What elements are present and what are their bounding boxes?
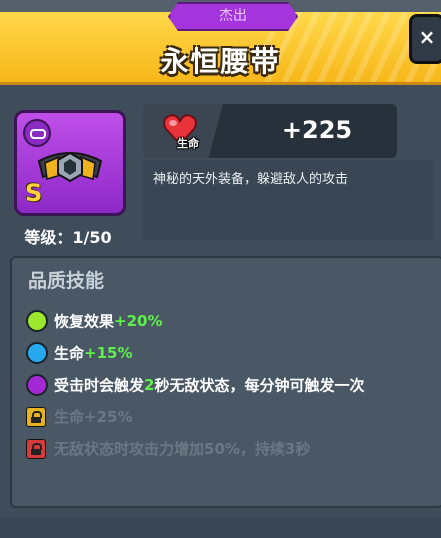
lock-icon xyxy=(26,406,46,427)
skills-title: 品质技能 xyxy=(28,270,105,292)
belt-icon xyxy=(37,151,103,183)
skill-text: 生命 xyxy=(54,344,85,363)
grade-letter: S xyxy=(25,179,43,207)
skill-dot-icon xyxy=(26,374,48,396)
skill-text: 受击时会触发 xyxy=(54,376,145,395)
stat-value: +225 xyxy=(281,116,353,144)
skill-bonus: 2 xyxy=(144,376,155,394)
rarity-badge: 杰出 xyxy=(168,2,298,31)
skill-text: 生命+25% xyxy=(54,408,133,426)
close-button[interactable]: × xyxy=(409,14,441,64)
stat-label: 生命 xyxy=(177,137,199,150)
item-description: 神秘的天外装备，躲避敌人的攻击 xyxy=(153,172,349,187)
skill-row: 恢复效果+20% xyxy=(26,310,163,334)
skill-text: 恢复效果 xyxy=(54,312,115,331)
stat-bar: 生命 +225 xyxy=(143,104,397,158)
skill-row-locked: 无敌状态时攻击力增加50%，持续3秒 xyxy=(26,438,310,462)
description-box: 神秘的天外装备，躲避敌人的攻击 xyxy=(143,160,433,240)
skill-text: 无敌状态时攻击力增加50%，持续3秒 xyxy=(54,440,311,458)
skill-row: 生命+15% xyxy=(26,342,133,366)
skill-dot-icon xyxy=(26,310,48,332)
skill-bonus: +15% xyxy=(84,344,133,362)
item-title: 永恒腰带 xyxy=(160,45,281,78)
skill-dot-icon xyxy=(26,342,48,364)
skill-bonus: +20% xyxy=(114,312,163,330)
item-level: 等级：1/50 xyxy=(24,228,112,247)
quality-skills-panel: 品质技能 恢复效果+20% 生命+15% 受击时会触发2秒无敌状态，每分钟可触发… xyxy=(10,256,441,508)
skill-text-suffix: 秒无敌状态，每分钟可触发一次 xyxy=(154,376,365,395)
lock-icon xyxy=(26,438,46,459)
item-icon-card[interactable]: S xyxy=(14,110,126,216)
skill-row-locked: 生命+25% xyxy=(26,406,132,430)
skill-row: 受击时会触发2秒无敌状态，每分钟可触发一次 xyxy=(26,374,364,398)
bottom-strip xyxy=(0,518,441,538)
